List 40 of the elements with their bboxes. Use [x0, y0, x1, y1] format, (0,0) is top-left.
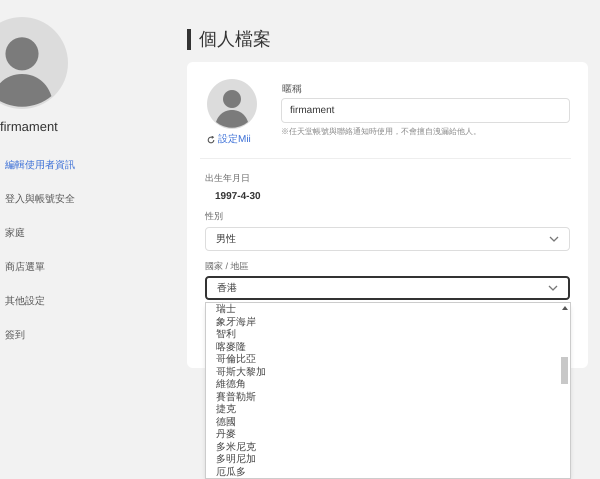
sidebar-item[interactable]: 商店選單 — [5, 261, 45, 275]
dropdown-option[interactable]: 智利 — [216, 329, 266, 342]
dropdown-option[interactable]: 捷克 — [216, 404, 266, 416]
dropdown-option[interactable]: 德國 — [216, 416, 266, 429]
avatar-icon — [207, 79, 257, 129]
sidebar-item[interactable]: 編輯使用者資訊 — [5, 159, 75, 173]
sidebar-item[interactable]: 其他設定 — [5, 295, 45, 309]
user-name: firmament — [0, 118, 58, 136]
dropdown-option[interactable]: 厄瓜多 — [216, 466, 266, 478]
dropdown-option[interactable]: 維德角 — [216, 379, 266, 392]
birthday-value: 1997-4-30 — [215, 190, 261, 204]
dropdown-option[interactable]: 賽普勒斯 — [216, 392, 266, 404]
dropdown-option[interactable]: 瑞士 — [216, 304, 266, 316]
avatar-icon — [0, 17, 68, 109]
nickname-input[interactable]: firmament — [281, 98, 570, 123]
title-bar-accent — [187, 29, 191, 50]
scroll-up-icon[interactable] — [562, 306, 568, 310]
chevron-down-icon — [548, 285, 558, 291]
field-label: 暱稱 — [282, 83, 302, 97]
set-mii-link[interactable]: 設定Mii — [207, 134, 251, 146]
gender-select[interactable]: 男性 — [205, 227, 570, 251]
refresh-icon — [207, 136, 215, 144]
dropdown-option[interactable]: 哥斯大黎加 — [216, 366, 266, 379]
field-label: 國家 / 地區 — [205, 260, 249, 273]
dropdown-option[interactable]: 丹麥 — [216, 429, 266, 442]
dropdown-option[interactable]: 哥倫比亞 — [216, 354, 266, 366]
sidebar-item[interactable]: 登入與帳號安全 — [5, 193, 75, 207]
dropdown-option[interactable]: 多明尼加 — [216, 454, 266, 466]
sidebar-item[interactable]: 家庭 — [5, 227, 25, 241]
sidebar-item[interactable]: 簽到 — [5, 329, 25, 343]
country-select[interactable]: 香港 — [205, 276, 570, 300]
scrollbar-thumb[interactable] — [561, 357, 568, 384]
field-label: 出生年月日 — [205, 172, 250, 185]
dropdown-option[interactable]: 喀麥隆 — [216, 342, 266, 354]
chevron-down-icon — [549, 236, 559, 242]
field-label: 性別 — [205, 210, 223, 223]
dropdown-option[interactable]: 象牙海岸 — [216, 316, 266, 329]
dropdown-option[interactable]: 多米尼克 — [216, 442, 266, 454]
hint-text: ※任天堂帳號與聯絡通知時使用，不會擅自洩漏給他人。 — [281, 126, 481, 138]
page-title: 個人檔案 — [199, 28, 271, 51]
